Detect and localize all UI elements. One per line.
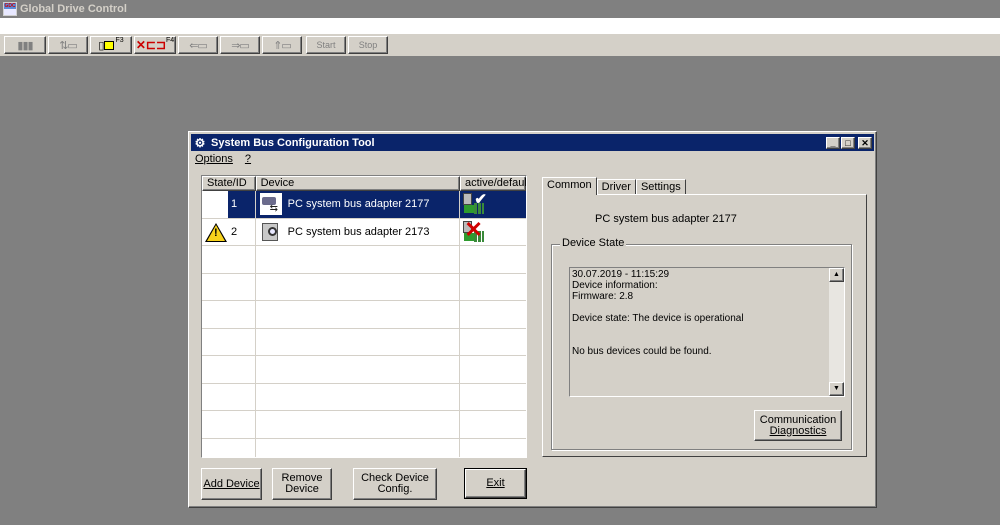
device-info-textbox[interactable]: 30.07.2019 - 11:15:29 Device information… (569, 267, 845, 397)
column-header-device[interactable]: Device (255, 176, 460, 191)
active-default-cell[interactable]: ✕ (460, 216, 526, 246)
toolbar-columns-button[interactable]: ▮▮▮ (4, 36, 46, 54)
info-line (572, 324, 830, 335)
device-state-label: Device State (560, 237, 627, 249)
tab-driver[interactable]: Driver (596, 179, 636, 195)
f4-hint: F4 (166, 37, 175, 44)
folder-icon (104, 40, 115, 50)
serial-adapter-icon (260, 221, 282, 243)
app-title: Global Drive Control (20, 3, 127, 15)
check-config-label-2: Config. (377, 483, 413, 495)
app-title-bar: GDC Global Drive Control (0, 0, 1000, 18)
toolbar-start-button[interactable]: Start (306, 36, 346, 54)
toolbar-offline-button[interactable]: ✕⊏⊐ F4 (134, 36, 176, 54)
table-row-empty[interactable] (202, 301, 526, 329)
f3-hint: F3 (115, 37, 124, 44)
state-cell: ! 2 (202, 218, 256, 245)
toolbar-forward-button[interactable]: ⇒▭ (220, 36, 260, 54)
info-line: Firmware: 2.8 (572, 291, 634, 302)
table-row-empty[interactable] (202, 356, 526, 384)
comm-diag-label-2: Diagnostics (769, 424, 827, 437)
maximize-button[interactable]: □ (841, 136, 855, 149)
state-cell: 1 (202, 191, 256, 218)
scroll-down-arrow-icon[interactable]: ▼ (829, 382, 844, 396)
forward-icon: ⇒▭ (231, 39, 250, 52)
device-name: PC system bus adapter 2173 (287, 225, 430, 238)
common-tab-panel: PC system bus adapter 2177 Device State … (542, 194, 867, 457)
table-header: State/ID Device active/default (202, 176, 526, 191)
table-row[interactable]: 1 ⇆ PC system bus adapter 2177 ✔ (202, 191, 526, 219)
info-line: 30.07.2019 - 11:15:29 (572, 269, 670, 280)
app-toolbar: ▮▮▮ ⇅▭ ▯ F3 ✕⊏⊐ F4 ⇐▭ ⇒▭ ⇑▭ Start Stop (0, 34, 1000, 56)
device-id: 1 (228, 191, 255, 218)
communication-diagnostics-button[interactable]: Communication Diagnostics (754, 410, 842, 441)
info-line (572, 335, 830, 346)
column-header-state-id[interactable]: State/ID (202, 176, 256, 191)
exit-button[interactable]: Exit (464, 468, 527, 499)
table-row-empty[interactable] (202, 246, 526, 274)
disconnect-icon: ✕⊏⊐ (135, 38, 166, 52)
info-line: Device state: The device is operational (572, 313, 744, 324)
table-row-empty[interactable] (202, 411, 526, 439)
dialog-title-bar[interactable]: ⚙ System Bus Configuration Tool _ □ ✕ (191, 134, 874, 151)
table-row-empty[interactable] (202, 438, 526, 457)
scroll-up-arrow-icon[interactable]: ▲ (829, 268, 844, 282)
toolbar-transfer-button[interactable]: ⇑▭ (262, 36, 302, 54)
close-button[interactable]: ✕ (858, 136, 872, 149)
app-menu-bar (0, 18, 1000, 34)
info-scrollbar[interactable]: ▲ ▼ (829, 268, 844, 396)
comm-diag-label-1: Communication (759, 413, 837, 426)
remove-device-button[interactable]: Remove Device (272, 468, 332, 500)
usb-adapter-icon: ⇆ (259, 193, 282, 216)
device-id: 2 (231, 225, 238, 238)
column-header-active-default[interactable]: active/default (460, 176, 526, 191)
columns-icon: ▮▮▮ (17, 39, 33, 52)
info-line: Device information: (572, 280, 658, 291)
tab-settings[interactable]: Settings (635, 179, 686, 195)
bus-config-icon: ⚙ (194, 135, 206, 150)
active-check-icon: ✔ (462, 191, 488, 217)
active-default-cell[interactable]: ✔ (460, 191, 526, 218)
device-cell: PC system bus adapter 2173 (256, 218, 461, 245)
toolbar-stop-button[interactable]: Stop (348, 36, 388, 54)
device-info-text: 30.07.2019 - 11:15:29 Device information… (572, 269, 830, 357)
menu-options[interactable]: Options (195, 153, 233, 167)
dialog-title: System Bus Configuration Tool (211, 136, 375, 149)
inactive-cross-icon: ✕ (463, 216, 485, 242)
device-state-group: Device State 30.07.2019 - 11:15:29 Devic… (551, 237, 852, 450)
device-icon: ⇅▭ (59, 39, 78, 52)
table-row-empty[interactable] (202, 273, 526, 301)
app-logo-icon: GDC (3, 2, 17, 16)
table-row-empty[interactable] (202, 328, 526, 356)
minimize-button[interactable]: _ (826, 136, 840, 149)
menu-help[interactable]: ? (245, 153, 251, 167)
check-device-config-button[interactable]: Check Device Config. (353, 468, 437, 500)
remove-device-label-2: Device (285, 483, 319, 495)
open-file-icon: ▯ (98, 39, 104, 52)
device-table: State/ID Device active/default 1 ⇆ PC sy… (201, 175, 527, 458)
selected-device-name: PC system bus adapter 2177 (595, 213, 737, 225)
add-device-button[interactable]: Add Device (201, 468, 262, 500)
tab-bar: Common Driver Settings (542, 177, 686, 195)
transfer-icon: ⇑▭ (273, 39, 292, 52)
system-bus-config-dialog: ⚙ System Bus Configuration Tool _ □ ✕ Op… (188, 131, 877, 508)
device-cell: ⇆ PC system bus adapter 2177 (255, 191, 461, 218)
info-line (572, 302, 830, 313)
back-icon: ⇐▭ (189, 39, 208, 52)
info-line: No bus devices could be found. (572, 346, 712, 357)
toolbar-back-button[interactable]: ⇐▭ (178, 36, 218, 54)
tab-common[interactable]: Common (542, 177, 597, 195)
table-row-empty[interactable] (202, 383, 526, 411)
dialog-menu-bar: Options ? (195, 153, 251, 167)
device-name: PC system bus adapter 2177 (287, 198, 430, 211)
toolbar-device-button[interactable]: ⇅▭ (48, 36, 88, 54)
toolbar-open-button[interactable]: ▯ F3 (90, 36, 132, 54)
table-row[interactable]: ! 2 PC system bus adapter 2173 ✕ (202, 216, 526, 246)
